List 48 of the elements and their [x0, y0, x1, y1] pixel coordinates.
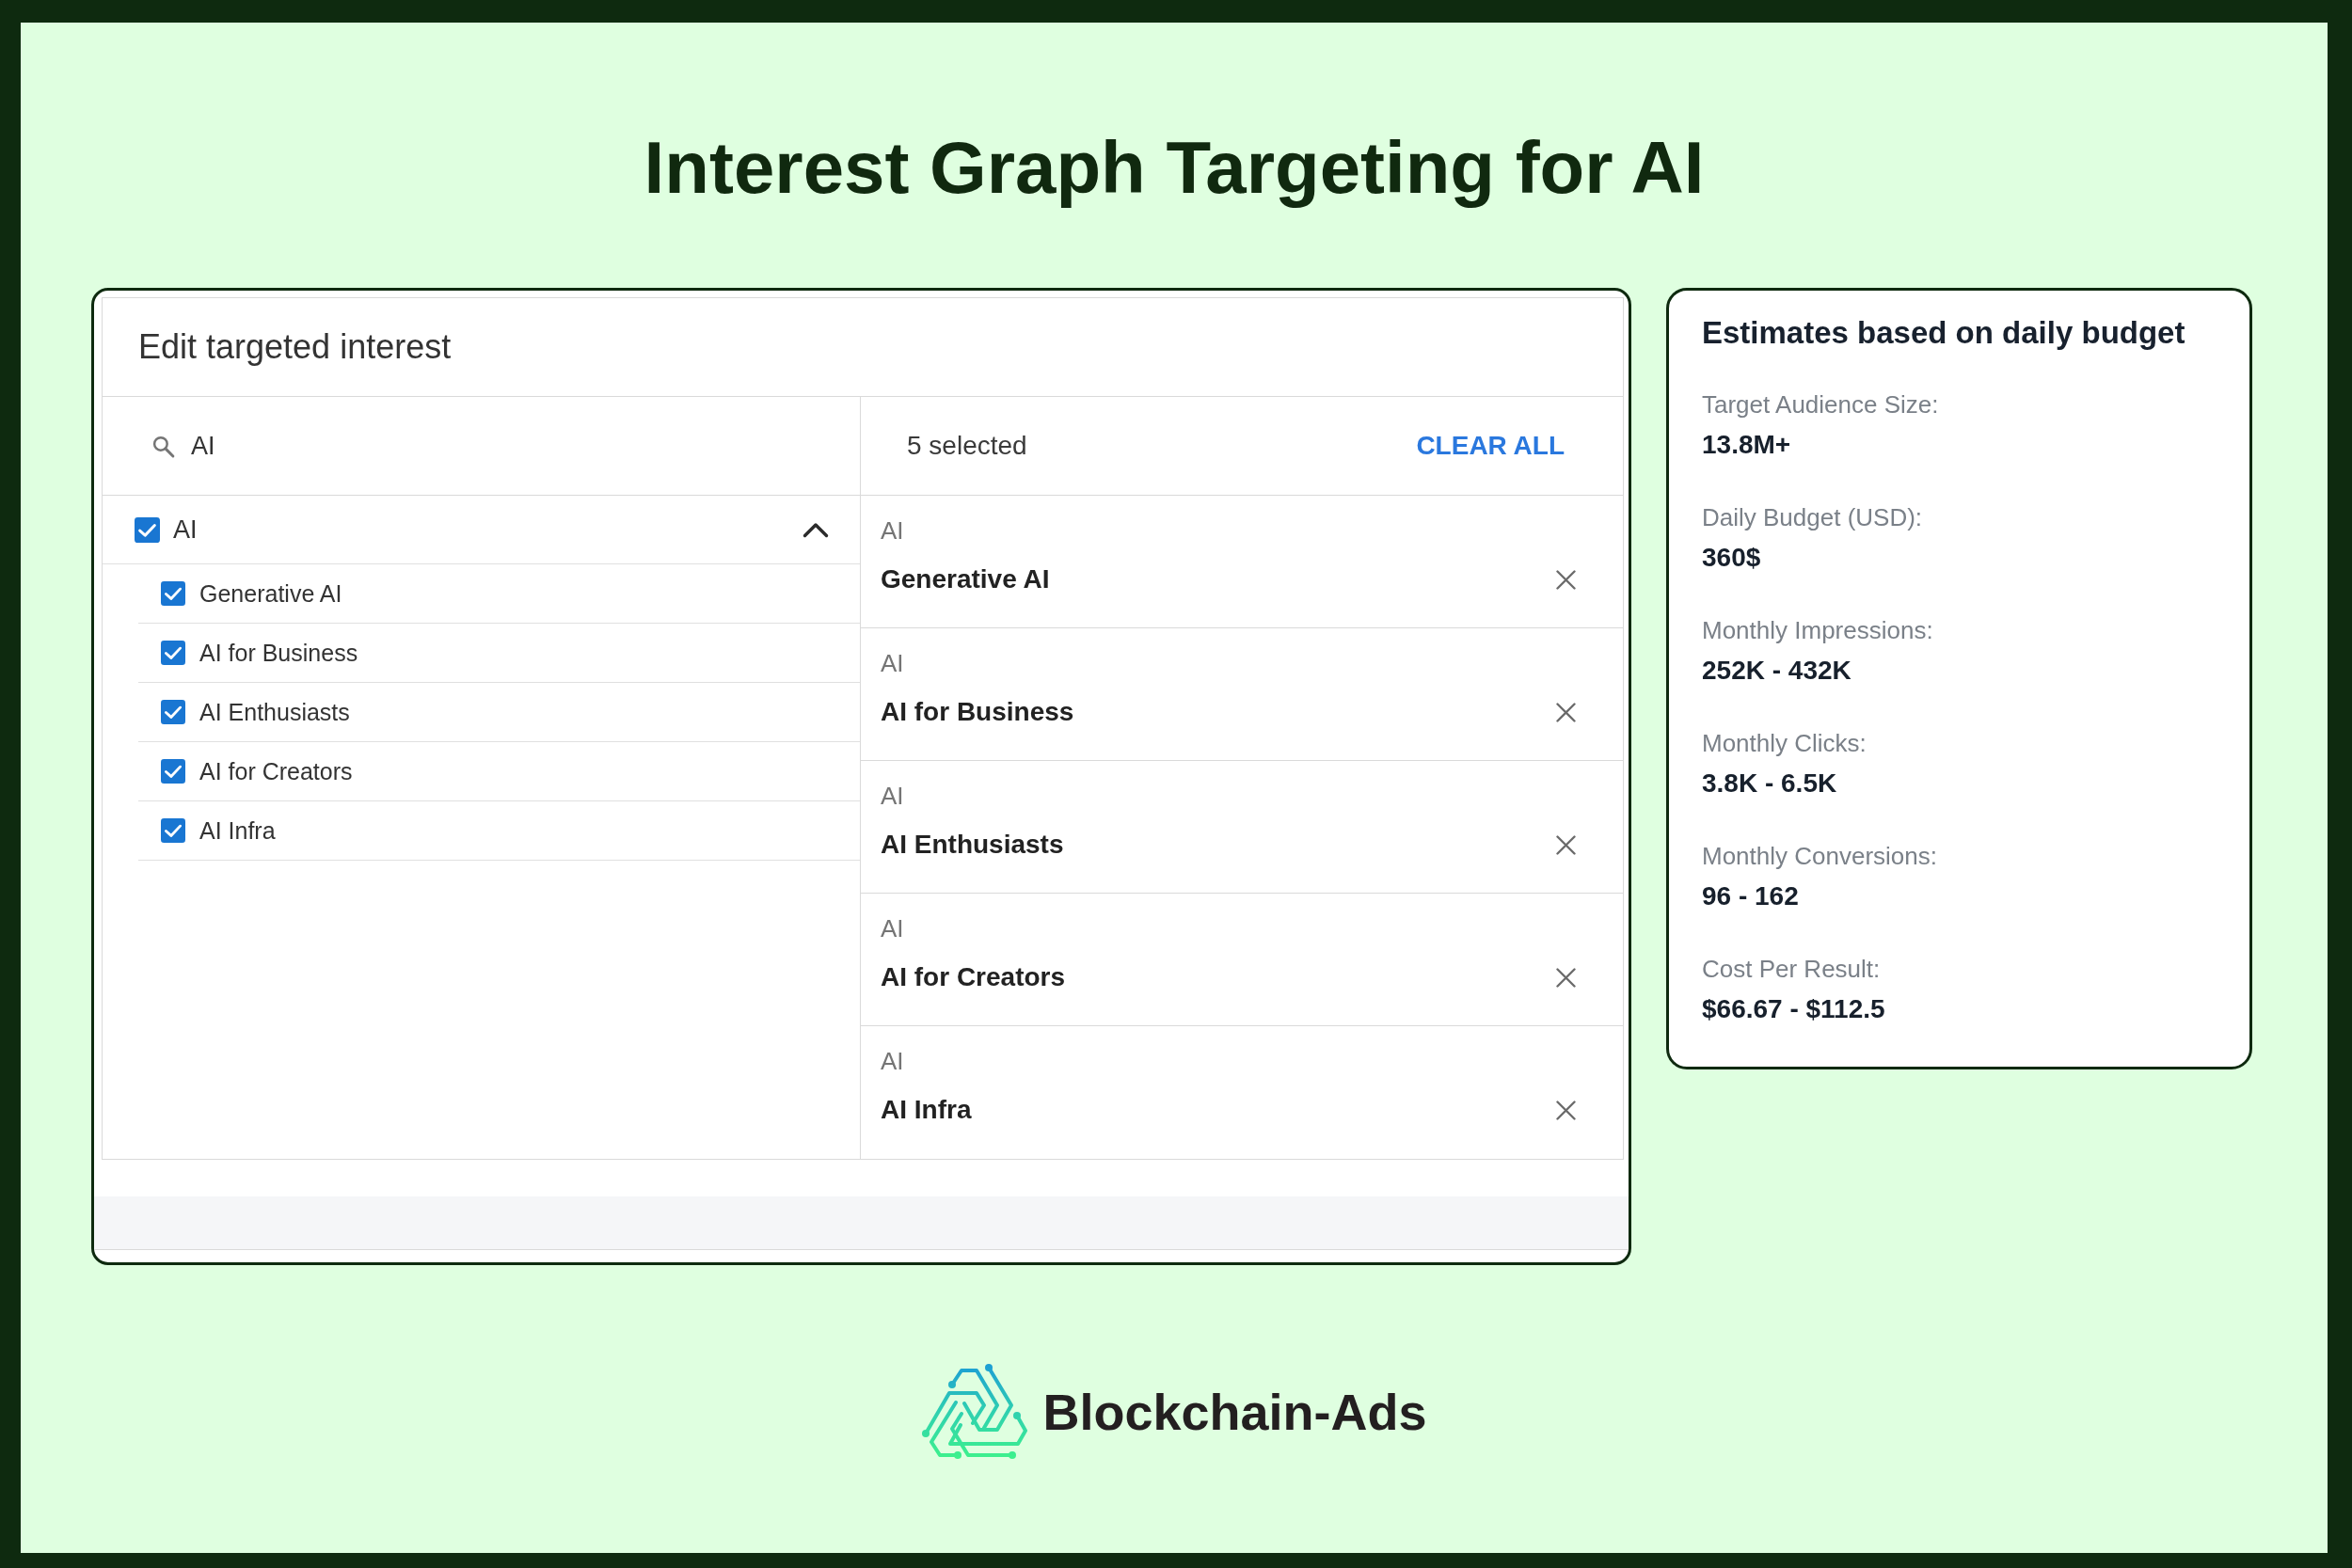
- close-icon: [1556, 967, 1576, 988]
- interest-name: AI for Business: [881, 697, 1074, 727]
- interest-name: AI Infra: [881, 1095, 972, 1125]
- search-field[interactable]: AI: [191, 427, 718, 465]
- interest-label: Generative AI: [199, 579, 342, 608]
- metric-label: Monthly Clicks:: [1702, 728, 1867, 758]
- close-icon: [1556, 834, 1576, 855]
- checkbox[interactable]: [161, 759, 185, 784]
- interest-label: AI for Business: [199, 639, 358, 667]
- checkbox[interactable]: [135, 516, 160, 543]
- metric-value: 360$: [1702, 542, 1761, 574]
- metric-value: 252K - 432K: [1702, 655, 1851, 687]
- category-label: AI: [881, 649, 904, 677]
- metric-label: Monthly Impressions:: [1702, 615, 1933, 645]
- interest-label: AI for Creators: [199, 757, 353, 785]
- logo-text: Blockchain-Ads: [1042, 1383, 1427, 1441]
- interest-name: AI Enthusiasts: [881, 830, 1064, 860]
- card-title: Estimates based on daily budget: [1702, 314, 2186, 352]
- metric-label: Cost Per Result:: [1702, 954, 1881, 984]
- metric-value: $66.67 - $112.5: [1702, 993, 1885, 1025]
- close-icon: [1556, 569, 1576, 590]
- interest-label: AI Infra: [199, 816, 276, 845]
- metric-value: 96 - 162: [1702, 880, 1799, 912]
- metric-value: 13.8M+: [1702, 429, 1791, 461]
- search-icon: [151, 434, 175, 458]
- metric-label: Daily Budget (USD):: [1702, 502, 1923, 532]
- category-label: AI: [881, 516, 904, 545]
- selection-count: 5 selected: [907, 431, 1027, 461]
- category-label: AI: [881, 914, 904, 942]
- metric-label: Monthly Conversions:: [1702, 841, 1937, 871]
- dialog-title: Edit targeted interest: [138, 327, 452, 367]
- checkbox[interactable]: [161, 818, 185, 843]
- chevron-icon[interactable]: [803, 521, 829, 538]
- clear-all-button[interactable]: CLEAR ALL: [1416, 431, 1565, 461]
- interest-name: AI for Creators: [881, 962, 1066, 992]
- page-title: Interest Graph Targeting for AI: [644, 125, 1705, 210]
- metric-value: 3.8K - 6.5K: [1702, 768, 1837, 800]
- interest-name: Generative AI: [881, 564, 1050, 594]
- close-icon: [1556, 1100, 1576, 1120]
- checkbox[interactable]: [161, 700, 185, 724]
- checkbox[interactable]: [161, 641, 185, 665]
- close-icon: [1556, 702, 1576, 722]
- interest-label: AI Enthusiasts: [199, 698, 350, 726]
- interest-label: AI: [173, 515, 198, 545]
- checkbox[interactable]: [161, 581, 185, 606]
- category-label: AI: [881, 1047, 904, 1075]
- metric-label: Target Audience Size:: [1702, 389, 1939, 420]
- category-label: AI: [881, 782, 904, 810]
